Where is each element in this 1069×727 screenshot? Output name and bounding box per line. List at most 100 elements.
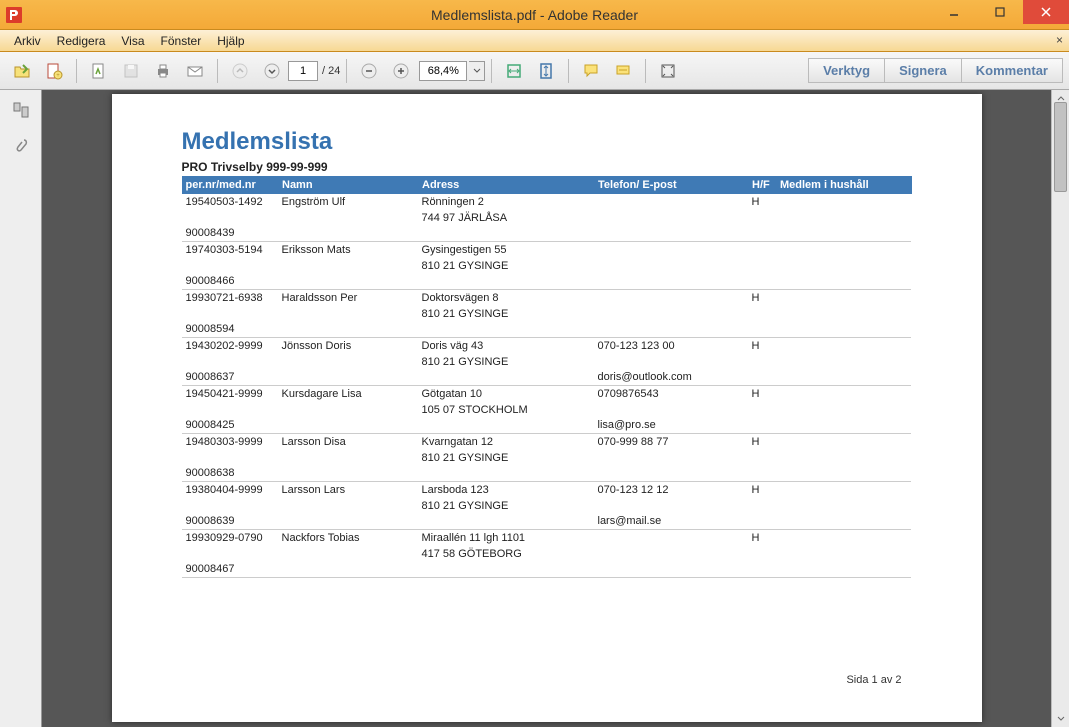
cell-id: 90008639 — [182, 514, 278, 530]
zoom-level-text: 68,4% — [428, 65, 459, 77]
email-button[interactable] — [181, 57, 209, 85]
zoom-in-button[interactable] — [387, 57, 415, 85]
table-row: 90008638 — [182, 466, 912, 482]
cell-email — [594, 402, 748, 418]
table-row: 19480303-9999Larsson DisaKvarngatan 1207… — [182, 434, 912, 451]
scroll-down-arrow[interactable] — [1052, 711, 1069, 727]
vertical-scrollbar[interactable] — [1051, 90, 1069, 727]
cell-house — [776, 290, 912, 307]
menu-fonster[interactable]: Fönster — [153, 32, 210, 50]
read-mode-button[interactable] — [654, 57, 682, 85]
convert-button[interactable] — [85, 57, 113, 85]
menu-arkiv[interactable]: Arkiv — [6, 32, 49, 50]
cell-email-2 — [594, 226, 748, 242]
open-file-button[interactable] — [8, 57, 36, 85]
cell-address-2: 105 07 STOCKHOLM — [418, 402, 594, 418]
window-title: Medlemslista.pdf - Adobe Reader — [0, 7, 1069, 23]
page-up-button[interactable] — [226, 57, 254, 85]
toolbar-separator — [645, 59, 646, 83]
member-table: per.nr/med.nr Namn Adress Telefon/ E-pos… — [182, 176, 912, 578]
cell-address: Gysingestigen 55 — [418, 242, 594, 259]
menu-visa[interactable]: Visa — [113, 32, 152, 50]
create-pdf-button[interactable]: + — [40, 57, 68, 85]
cell-id: 90008425 — [182, 418, 278, 434]
print-button[interactable] — [149, 57, 177, 85]
menu-close-button[interactable]: × — [1056, 33, 1063, 47]
window-minimize-button[interactable] — [931, 0, 977, 24]
pdf-page: Medlemslista PRO Trivselby 999-99-999 pe… — [112, 94, 982, 722]
cell-id: 90008594 — [182, 322, 278, 338]
menu-hjalp[interactable]: Hjälp — [209, 32, 252, 50]
fit-page-button[interactable] — [532, 57, 560, 85]
cell-address-2: 744 97 JÄRLÅSA — [418, 210, 594, 226]
cell-address: Rönningen 2 — [418, 194, 594, 210]
table-row: 19930721-6938Haraldsson PerDoktorsvägen … — [182, 290, 912, 307]
cell-id: 90008439 — [182, 226, 278, 242]
cell-address: Larsboda 123 — [418, 482, 594, 499]
table-row: 90008425 lisa@pro.se — [182, 418, 912, 434]
menu-redigera[interactable]: Redigera — [49, 32, 114, 50]
zoom-dropdown-button[interactable] — [469, 61, 485, 81]
sign-panel-button[interactable]: Signera — [884, 58, 962, 83]
zoom-level-input[interactable]: 68,4% — [419, 61, 467, 81]
highlight-button[interactable] — [609, 57, 637, 85]
cell-tel — [594, 530, 748, 547]
cell-email-2: lisa@pro.se — [594, 418, 748, 434]
cell-hf: H — [748, 338, 776, 355]
cell-tel — [594, 194, 748, 210]
main-area: Medlemslista PRO Trivselby 999-99-999 pe… — [0, 90, 1069, 727]
cell-email-2 — [594, 562, 748, 578]
cell-address: Götgatan 10 — [418, 386, 594, 403]
cell-address: Doris väg 43 — [418, 338, 594, 355]
toolbar-separator — [568, 59, 569, 83]
thumbnails-button[interactable] — [9, 98, 33, 122]
header-address: Adress — [418, 176, 594, 194]
cell-tel: 070-999 88 77 — [594, 434, 748, 451]
cell-pn: 19480303-9999 — [182, 434, 278, 451]
cell-house — [776, 242, 912, 259]
window-titlebar: Medlemslista.pdf - Adobe Reader — [0, 0, 1069, 30]
table-row: 417 58 GÖTEBORG — [182, 546, 912, 562]
table-row: 744 97 JÄRLÅSA — [182, 210, 912, 226]
fit-width-button[interactable] — [500, 57, 528, 85]
header-hf: H/F — [748, 176, 776, 194]
table-row: 90008466 — [182, 274, 912, 290]
cell-name: Nackfors Tobias — [278, 530, 418, 547]
save-button[interactable] — [117, 57, 145, 85]
cell-hf: H — [748, 434, 776, 451]
zoom-out-button[interactable] — [355, 57, 383, 85]
cell-name: Eriksson Mats — [278, 242, 418, 259]
cell-hf: H — [748, 386, 776, 403]
cell-pn: 19450421-9999 — [182, 386, 278, 403]
window-close-button[interactable] — [1023, 0, 1069, 24]
table-row: 90008637doris@outlook.com — [182, 370, 912, 386]
header-pn: per.nr/med.nr — [182, 176, 278, 194]
table-row: 810 21 GYSINGE — [182, 306, 912, 322]
cell-address-2: 417 58 GÖTEBORG — [418, 546, 594, 562]
tools-panel-button[interactable]: Verktyg — [808, 58, 885, 83]
page-down-button[interactable] — [258, 57, 286, 85]
scrollbar-thumb[interactable] — [1054, 102, 1067, 192]
cell-email-2: lars@mail.se — [594, 514, 748, 530]
header-house: Medlem i hushåll — [776, 176, 912, 194]
toolbar-separator — [217, 59, 218, 83]
cell-email — [594, 258, 748, 274]
cell-email — [594, 306, 748, 322]
table-row: 90008639 lars@mail.se — [182, 514, 912, 530]
table-row: 19930929-0790Nackfors TobiasMiraallén 11… — [182, 530, 912, 547]
cell-house — [776, 194, 912, 210]
cell-house — [776, 434, 912, 451]
cell-id: 90008638 — [182, 466, 278, 482]
header-tel: Telefon/ E-post — [594, 176, 748, 194]
comment-bubble-button[interactable] — [577, 57, 605, 85]
cell-name: Haraldsson Per — [278, 290, 418, 307]
table-row: 19740303-5194Eriksson MatsGysingestigen … — [182, 242, 912, 259]
page-number-input[interactable] — [288, 61, 318, 81]
attachments-button[interactable] — [9, 134, 33, 158]
window-maximize-button[interactable] — [977, 0, 1023, 24]
table-row: 19450421-9999Kursdagare LisaGötgatan 100… — [182, 386, 912, 403]
comment-panel-button[interactable]: Kommentar — [961, 58, 1063, 83]
table-row: 810 21 GYSINGE — [182, 450, 912, 466]
cell-house — [776, 386, 912, 403]
cell-tel — [594, 242, 748, 259]
